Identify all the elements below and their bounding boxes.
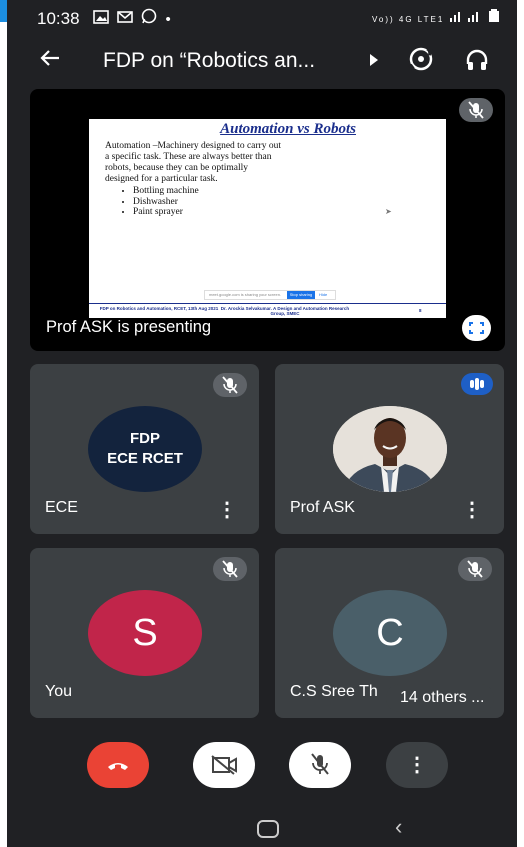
speaking-indicator-icon — [461, 373, 493, 395]
avatar: S — [88, 590, 202, 676]
phone-screen: 10:38 • Vo)) 4G LTE1 FDP on “Robotics an… — [7, 0, 517, 847]
home-button-icon[interactable] — [257, 820, 279, 838]
android-nav-bar: ‹ — [7, 812, 517, 847]
back-arrow-icon[interactable] — [39, 47, 61, 76]
avatar-line-2: ECE RCET — [107, 450, 183, 467]
status-time: 10:38 — [37, 9, 80, 28]
status-dot-icon: • — [165, 11, 175, 28]
end-call-button[interactable] — [87, 742, 149, 788]
participant-name: C.S Sree Th — [290, 683, 378, 700]
status-right: Vo)) 4G LTE1 — [372, 9, 499, 25]
headphones-icon[interactable] — [465, 48, 489, 77]
presenting-label: Prof ASK is presenting — [46, 318, 212, 336]
footer-page-number: 8 — [419, 308, 422, 313]
mic-off-icon — [213, 557, 247, 586]
slide-bullet: Dishwasher — [133, 197, 283, 208]
meeting-title[interactable]: FDP on “Robotics an... — [103, 49, 315, 73]
presentation-tile[interactable]: Automation vs Robots Automation –Machine… — [30, 89, 505, 351]
mail-icon — [117, 11, 133, 23]
meeting-top-bar: FDP on “Robotics an... — [7, 40, 517, 84]
signal-icon — [449, 12, 478, 22]
stop-sharing-button: Stop sharing — [287, 291, 315, 299]
footer-left: FDP on Robotics and Automation, RCET, 13… — [99, 306, 219, 311]
camera-off-icon — [211, 755, 237, 775]
switch-camera-icon[interactable] — [407, 46, 435, 79]
slide-paragraph: Automation –Machinery designed to carry … — [105, 141, 281, 184]
whatsapp-icon — [142, 8, 157, 24]
avatar-line-1: FDP — [130, 430, 160, 447]
more-options-icon[interactable]: ⋮ — [462, 500, 482, 520]
fullscreen-icon[interactable] — [462, 315, 491, 341]
camera-toggle-button[interactable] — [193, 742, 255, 788]
participant-name: ECE — [45, 499, 78, 516]
notification-icons: • — [93, 8, 175, 28]
network-label: Vo)) 4G LTE1 — [371, 15, 445, 24]
mic-toggle-button[interactable] — [289, 742, 351, 788]
mic-off-icon — [459, 98, 493, 127]
slide-footer: FDP on Robotics and Automation, RCET, 13… — [89, 303, 446, 319]
more-options-icon[interactable]: ⋮ — [217, 500, 237, 520]
footer-center: Dr. Arockia Selvakumar. A Design and Aut… — [220, 306, 350, 316]
screen-share-bar: meet.google.com is sharing your screen. … — [204, 290, 336, 300]
slide-title: Automation vs Robots — [220, 121, 356, 137]
play-triangle-icon[interactable] — [369, 54, 379, 69]
participant-tile-cs-sree[interactable]: C C.S Sree Th 14 others ... — [275, 548, 504, 718]
avatar: FDP ECE RCET — [88, 406, 202, 492]
avatar: C — [333, 590, 447, 676]
status-bar: 10:38 • Vo)) 4G LTE1 — [7, 0, 517, 36]
participant-tile-prof-ask[interactable]: Prof ASK ⋮ — [275, 364, 504, 534]
slide-bullet: Bottling machine — [133, 186, 283, 197]
mic-off-icon — [458, 557, 492, 586]
others-ellipsis: ... — [466, 689, 485, 706]
hide-button: Hide — [319, 292, 328, 297]
participant-name: Prof ASK — [290, 499, 355, 516]
image-icon — [93, 10, 109, 24]
participant-tile-you[interactable]: S You — [30, 548, 259, 718]
participant-name: You — [45, 683, 72, 700]
battery-icon — [489, 9, 499, 22]
mic-off-icon — [213, 373, 247, 402]
mouse-cursor-icon: ➤ — [385, 207, 392, 216]
slide-body: Automation –Machinery designed to carry … — [105, 141, 283, 218]
slide-bullets: Bottling machine Dishwasher Paint spraye… — [105, 186, 283, 218]
mic-off-icon — [311, 753, 329, 775]
share-bar-text: meet.google.com is sharing your screen. — [209, 292, 282, 297]
back-nav-icon[interactable]: ‹ — [395, 814, 402, 840]
avatar-photo — [333, 406, 447, 492]
shared-slide: Automation vs Robots Automation –Machine… — [89, 119, 446, 318]
participant-tile-ece[interactable]: FDP ECE RCET ECE ⋮ — [30, 364, 259, 534]
others-label: 14 others — [400, 689, 467, 706]
phone-hangup-icon — [108, 763, 128, 770]
more-options-button[interactable]: ⋮ — [386, 742, 448, 788]
others-count-chip[interactable]: 14 others ... — [386, 684, 494, 712]
slide-bullet: Paint sprayer — [133, 207, 283, 218]
